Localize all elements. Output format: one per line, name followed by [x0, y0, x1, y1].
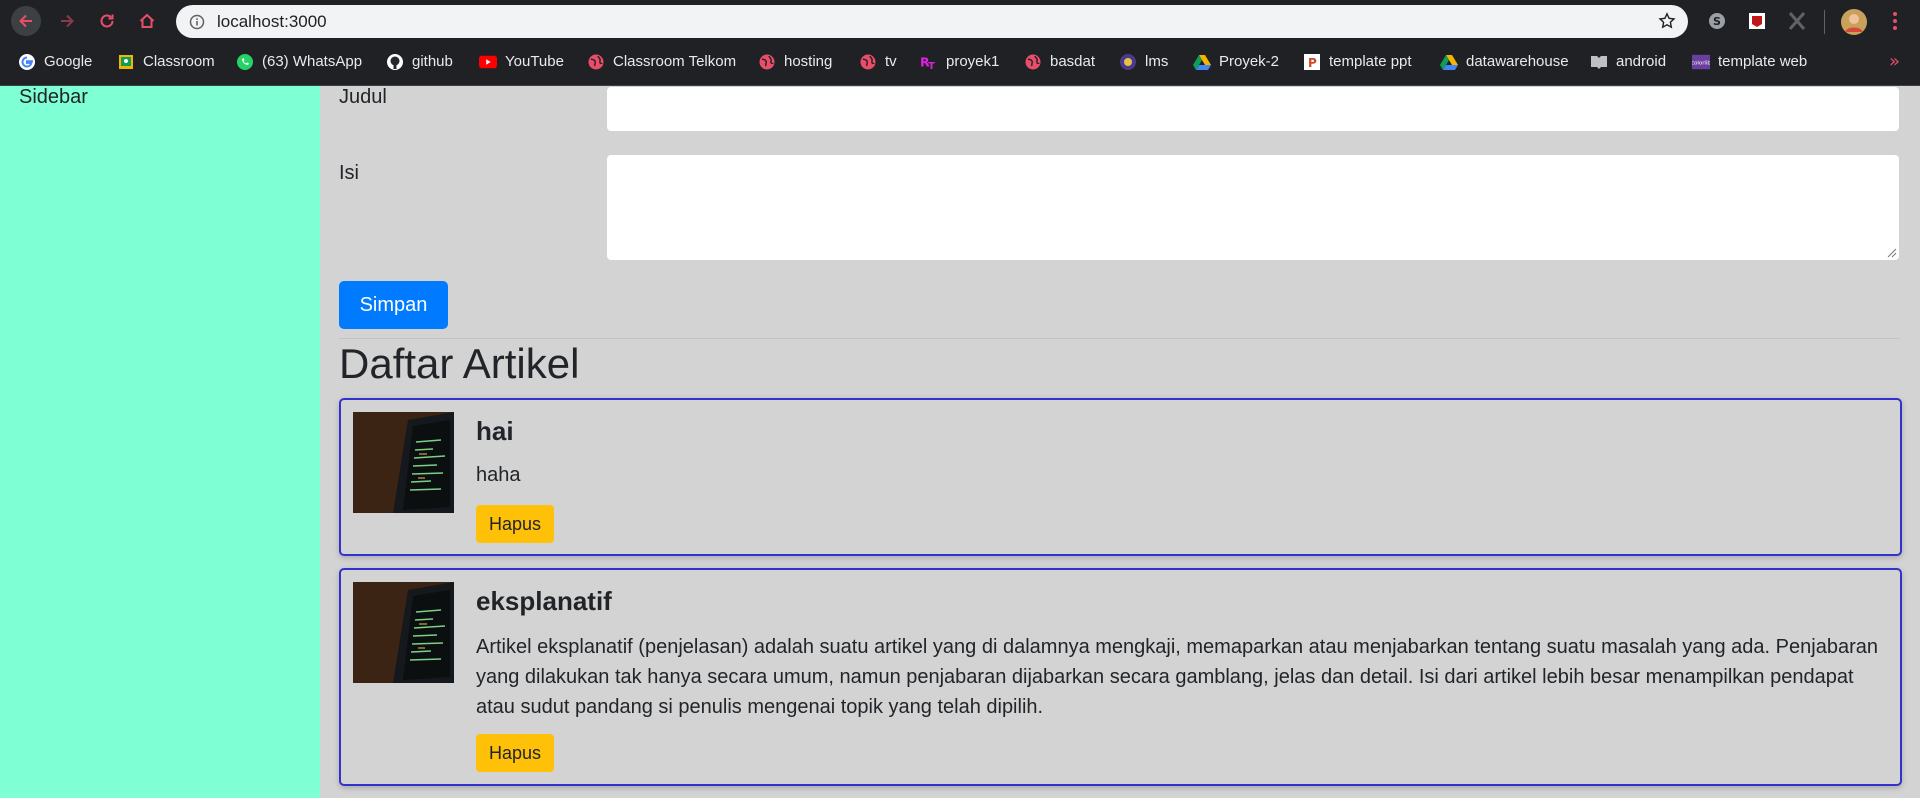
- bookmark-datawarehouse[interactable]: datawarehouse: [1440, 43, 1569, 80]
- android-book-icon: [1590, 53, 1608, 71]
- article-thumbnail: [353, 582, 454, 683]
- article-card: hai haha Hapus: [339, 398, 1902, 556]
- bookmark-proyek1[interactable]: RT proyek1: [920, 43, 999, 80]
- hapus-button[interactable]: Hapus: [476, 734, 554, 772]
- reload-button[interactable]: [92, 6, 122, 36]
- globe-icon: [859, 53, 877, 71]
- simpan-button[interactable]: Simpan: [339, 281, 448, 329]
- rt-icon: RT: [920, 53, 938, 71]
- bookmark-classroom[interactable]: Classroom: [117, 43, 215, 80]
- forward-button[interactable]: [52, 6, 82, 36]
- drive-icon: [1193, 53, 1211, 71]
- hapus-button[interactable]: Hapus: [476, 505, 554, 543]
- bookmark-tv[interactable]: tv: [859, 43, 897, 80]
- profile-avatar[interactable]: [1840, 8, 1868, 36]
- whatsapp-icon: [236, 53, 254, 71]
- judul-label: Judul: [339, 86, 387, 108]
- svg-text:S: S: [1713, 15, 1721, 28]
- judul-input[interactable]: [606, 86, 1900, 132]
- globe-icon: [1024, 53, 1042, 71]
- bookmark-classroom-telkom[interactable]: Classroom Telkom: [587, 43, 736, 80]
- address-bar[interactable]: localhost:3000: [176, 5, 1688, 38]
- ppt-icon: P: [1303, 53, 1321, 71]
- back-button[interactable]: [11, 6, 41, 36]
- bookmark-template-ppt[interactable]: P template ppt: [1303, 43, 1412, 80]
- browser-toolbar: localhost:3000 S: [0, 0, 1920, 43]
- bookmark-basdat[interactable]: basdat: [1024, 43, 1095, 80]
- colorlib-icon: colorlib: [1692, 53, 1710, 71]
- globe-icon: [587, 53, 605, 71]
- drive-icon: [1440, 53, 1458, 71]
- article-title: hai: [476, 416, 514, 446]
- bookmark-proyek-2[interactable]: Proyek-2: [1193, 43, 1279, 80]
- svg-text:P: P: [1308, 56, 1317, 70]
- daftar-artikel-heading: Daftar Artikel: [339, 340, 580, 387]
- bookmark-star-icon[interactable]: [1658, 12, 1676, 30]
- article-thumbnail: [353, 412, 454, 513]
- arrow-right-icon: [61, 14, 74, 28]
- bookmark-youtube[interactable]: YouTube: [479, 43, 564, 80]
- home-icon: [139, 13, 155, 28]
- sidebar-title: Sidebar: [19, 86, 88, 108]
- main-content: Judul Isi Simpan Daftar Artikel hai haha…: [320, 86, 1920, 798]
- article-card: eksplanatif Artikel eksplanatif (penjela…: [339, 568, 1902, 786]
- resize-handle-icon[interactable]: [1887, 248, 1897, 258]
- bookmark-android[interactable]: android: [1590, 43, 1666, 80]
- bookmark-lms[interactable]: lms: [1119, 43, 1168, 80]
- github-icon: [386, 53, 404, 71]
- classroom-icon: [117, 53, 135, 71]
- google-icon: [18, 53, 36, 71]
- x-extension-icon[interactable]: [1786, 10, 1808, 32]
- youtube-icon: [479, 53, 497, 71]
- bookmark-whatsapp[interactable]: (63) WhatsApp: [236, 43, 362, 80]
- home-button[interactable]: [132, 6, 162, 36]
- skype-extension-icon[interactable]: S: [1706, 10, 1728, 32]
- bookmark-github[interactable]: github: [386, 43, 453, 80]
- svg-text:colorlib: colorlib: [1692, 60, 1710, 66]
- url-text[interactable]: localhost:3000: [217, 5, 327, 38]
- article-body: haha: [476, 464, 521, 486]
- bookmark-google[interactable]: Google: [18, 43, 92, 80]
- reload-icon: [100, 14, 114, 28]
- arrow-left-icon: [19, 14, 32, 28]
- bookmarks-bar: Google Classroom (63) WhatsApp github Yo…: [0, 43, 1920, 86]
- toolbar-divider: [1824, 10, 1825, 34]
- svg-text:T: T: [928, 61, 935, 71]
- mcafee-extension-icon[interactable]: [1746, 10, 1768, 32]
- bookmark-hosting[interactable]: hosting: [758, 43, 832, 80]
- article-body: Artikel eksplanatif (penjelasan) adalah …: [476, 636, 1878, 718]
- bookmark-template-web[interactable]: colorlib template web: [1692, 43, 1807, 80]
- info-icon[interactable]: [189, 14, 205, 30]
- globe-icon: [758, 53, 776, 71]
- article-title: eksplanatif: [476, 586, 612, 616]
- isi-textarea[interactable]: [606, 154, 1900, 261]
- sidebar: Sidebar: [0, 86, 320, 798]
- menu-kebab-icon[interactable]: [1884, 10, 1906, 32]
- isi-label: Isi: [339, 162, 359, 184]
- section-divider: [339, 338, 1900, 339]
- more-bookmarks-chevron-icon[interactable]: »: [1889, 51, 1900, 72]
- lms-icon: [1119, 53, 1137, 71]
